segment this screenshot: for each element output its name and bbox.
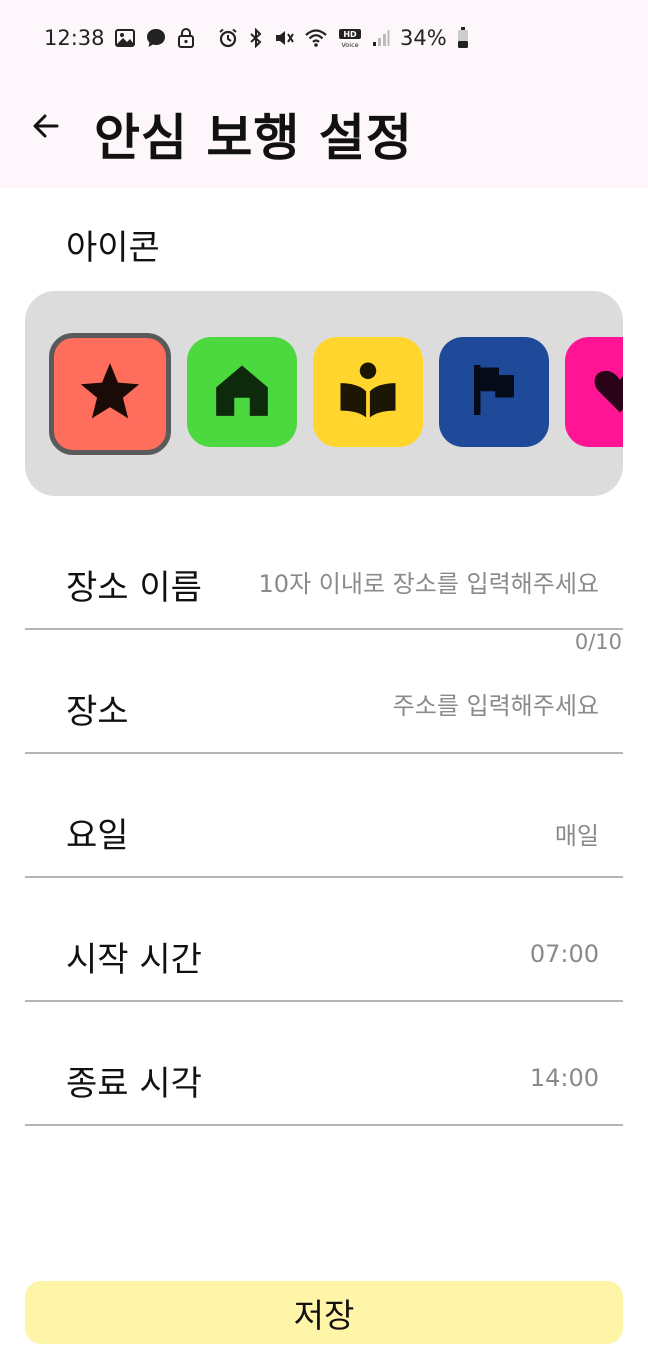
icon-option-flag[interactable]: [439, 337, 549, 447]
arrow-left-icon: [31, 111, 61, 145]
lock-icon: [177, 28, 195, 48]
start-time-value[interactable]: 07:00: [530, 940, 599, 968]
days-label: 요일: [66, 816, 129, 856]
back-button[interactable]: [24, 106, 68, 150]
gallery-icon: [114, 28, 135, 48]
place-label: 장소: [66, 692, 129, 732]
battery-icon: [457, 27, 469, 49]
save-button[interactable]: 저장: [25, 1281, 623, 1344]
place-row[interactable]: 장소: [25, 630, 623, 754]
end-time-label: 종료 시각: [66, 1064, 202, 1104]
alarm-icon: [218, 28, 238, 48]
start-time-label: 시작 시간: [66, 940, 202, 980]
days-value[interactable]: 매일: [555, 816, 599, 851]
battery-percent: 34%: [400, 26, 447, 50]
home-icon: [211, 359, 273, 425]
heart-icon: [590, 360, 623, 424]
end-time-row[interactable]: 종료 시각 14:00: [25, 1002, 623, 1126]
page-title: 안심 보행 설정: [94, 109, 413, 167]
icon-option-star[interactable]: [49, 333, 171, 455]
icon-picker[interactable]: [25, 291, 623, 496]
status-right: HD Voice 34%: [218, 26, 469, 50]
book-reader-icon: [335, 357, 401, 427]
end-time-value[interactable]: 14:00: [530, 1064, 599, 1092]
mute-icon: [274, 28, 294, 48]
days-row[interactable]: 요일 매일: [25, 754, 623, 878]
chat-icon: [145, 27, 167, 49]
star-icon: [77, 359, 143, 429]
svg-text:Voice: Voice: [341, 41, 358, 48]
screen: 12:38 HD Voice 34% 안심 보행 설정 아이콘 장소 이름 10…: [0, 0, 648, 1368]
bluetooth-icon: [248, 28, 264, 48]
address-input[interactable]: [279, 692, 599, 720]
hd-voice-icon: HD Voice: [338, 28, 362, 48]
icon-option-book-reader[interactable]: [313, 337, 423, 447]
icon-option-heart[interactable]: [565, 337, 623, 447]
svg-text:HD: HD: [343, 30, 357, 39]
app-bar: 안심 보행 설정: [0, 76, 648, 188]
icon-section-label: 아이콘: [66, 228, 160, 268]
place-name-label: 장소 이름: [66, 568, 202, 608]
signal-icon: [372, 29, 390, 47]
status-left: 12:38: [44, 26, 195, 50]
place-name-row: 장소 이름: [25, 506, 623, 630]
start-time-row[interactable]: 시작 시간 07:00: [25, 878, 623, 1002]
wifi-icon: [304, 28, 328, 48]
status-bar: 12:38 HD Voice 34%: [0, 0, 648, 76]
place-name-input[interactable]: [219, 570, 599, 598]
status-time: 12:38: [44, 26, 105, 50]
flag-icon: [464, 360, 524, 424]
icon-option-home[interactable]: [187, 337, 297, 447]
